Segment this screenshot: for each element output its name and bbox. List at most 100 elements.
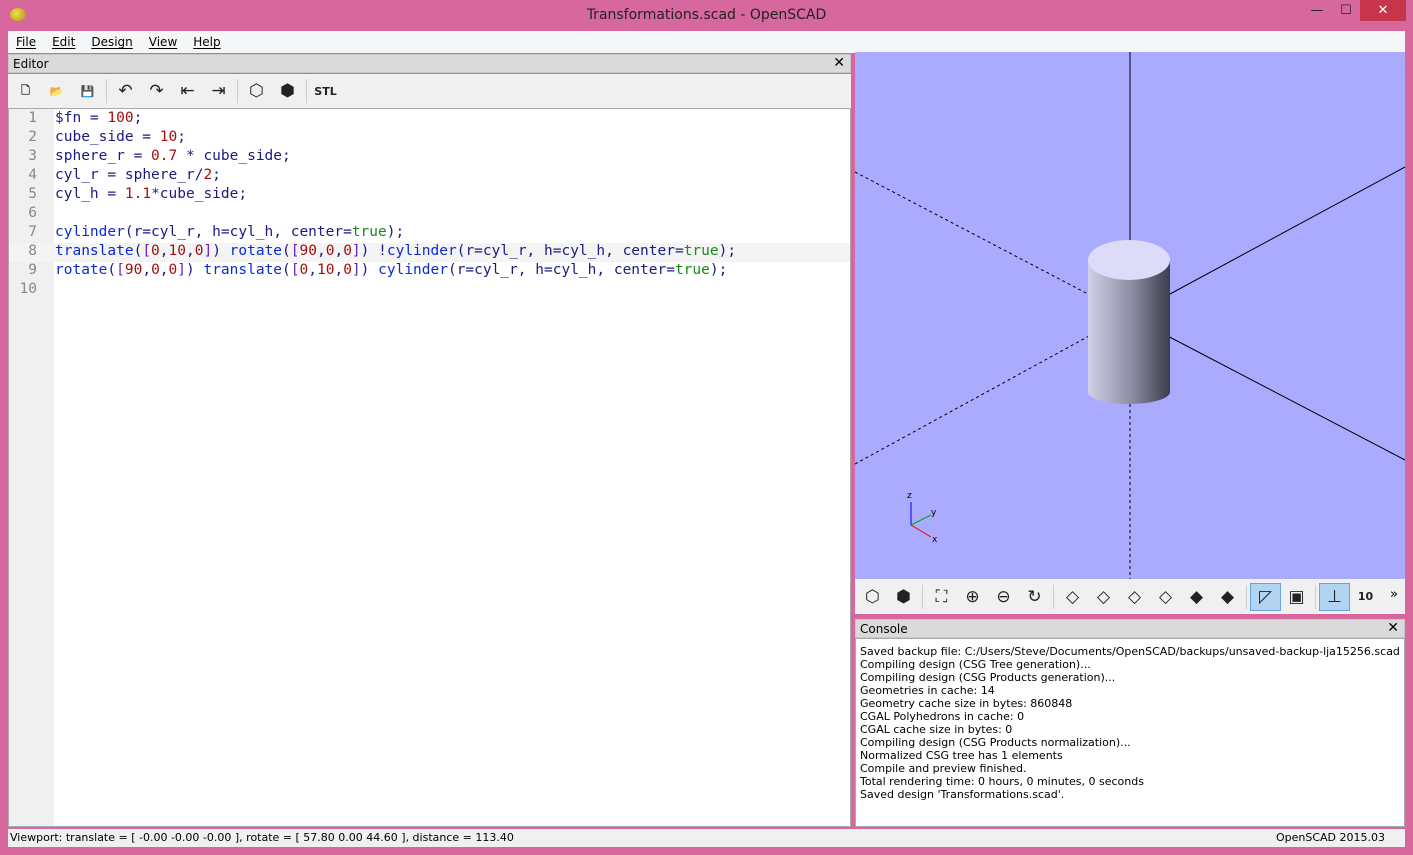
indent-button[interactable]: ⇥ (203, 77, 234, 105)
export-stl-button[interactable]: STL (310, 77, 341, 105)
console-title: Console (860, 622, 908, 636)
console-output: Saved backup file: C:/Users/Steve/Docume… (855, 638, 1405, 827)
zoom-in-button[interactable]: ⊕ (957, 583, 988, 611)
title-bar: Transformations.scad - OpenSCAD — ☐ ✕ (0, 0, 1413, 31)
editor-title: Editor (13, 57, 49, 71)
code-token: ( (448, 262, 457, 278)
code-token: ; (238, 186, 247, 202)
preview-icon: ⬡ (865, 587, 880, 607)
version-label: OpenSCAD 2015.03 (1276, 831, 1385, 844)
menu-design[interactable]: Design (83, 31, 140, 53)
code-line[interactable]: 10 (9, 281, 850, 300)
code-token: ( (125, 224, 134, 240)
open-file-icon: 📂 (50, 85, 64, 98)
orthogonal-button[interactable]: ▣ (1281, 583, 1312, 611)
new-file-button[interactable]: 🗋 (10, 77, 41, 105)
code-token: 90 (300, 243, 317, 259)
console-line: Compiling design (CSG Products generatio… (860, 671, 1400, 684)
code-token: ] (352, 262, 361, 278)
code-text: cyl_r = sphere_r/2; (55, 167, 221, 183)
minimize-button[interactable]: — (1304, 0, 1330, 21)
view-top-button[interactable]: ◇ (1088, 583, 1119, 611)
menu-help[interactable]: Help (185, 31, 228, 53)
toolbar-separator (1053, 585, 1054, 609)
redo-button[interactable]: ↷ (141, 77, 172, 105)
code-token: 0 (151, 262, 160, 278)
code-token: 2 (203, 167, 212, 183)
view-back-button[interactable]: ◆ (1212, 583, 1243, 611)
reset-view-button[interactable]: ↻ (1019, 583, 1050, 611)
cylinder-object (1088, 240, 1170, 404)
code-line[interactable]: 4 cyl_r = sphere_r/2; (9, 167, 850, 186)
code-token: ( (282, 243, 291, 259)
render-button[interactable]: ⬢ (272, 77, 303, 105)
menu-view[interactable]: View (141, 31, 185, 53)
code-line[interactable]: 3sphere_r = 0.7 * cube_side; (9, 148, 850, 167)
unindent-button[interactable]: ⇤ (172, 77, 203, 105)
show-scale-markers-button[interactable]: 10 (1350, 583, 1381, 611)
view-bottom-button[interactable]: ◇ (1119, 583, 1150, 611)
maximize-button[interactable]: ☐ (1333, 0, 1359, 21)
toolbar-separator (1246, 585, 1247, 609)
code-text: $fn = 100; (55, 110, 142, 126)
code-line[interactable]: 1$fn = 100; (9, 110, 850, 129)
code-line[interactable]: 7cylinder(r=cyl_r, h=cyl_h, center=true)… (9, 224, 850, 243)
line-number: 4 (9, 167, 37, 183)
render-button[interactable]: ⬢ (888, 583, 919, 611)
perspective-button[interactable]: ◸ (1250, 583, 1281, 611)
editor-close-button[interactable]: ✕ (833, 55, 845, 71)
line-number: 10 (9, 281, 37, 297)
console-header: Console ✕ (855, 619, 1405, 638)
code-token: 0 (151, 243, 160, 259)
toolbar-separator (237, 79, 238, 103)
menu-file[interactable]: File (8, 31, 44, 53)
code-text: sphere_r = 0.7 * cube_side; (55, 148, 291, 164)
undo-button[interactable]: ↶ (110, 77, 141, 105)
view-back-icon: ◆ (1221, 587, 1234, 607)
view-front-button[interactable]: ◆ (1181, 583, 1212, 611)
code-line[interactable]: 2cube_side = 10; (9, 129, 850, 148)
redo-icon: ↷ (149, 81, 163, 101)
menu-edit[interactable]: Edit (44, 31, 83, 53)
close-button[interactable]: ✕ (1360, 0, 1406, 21)
axis-label-z: z (907, 491, 912, 501)
console-close-button[interactable]: ✕ (1387, 620, 1399, 636)
code-token: 10 (160, 129, 177, 145)
view-left-button[interactable]: ◇ (1150, 583, 1181, 611)
code-text: cylinder(r=cyl_r, h=cyl_h, center=true); (55, 224, 404, 240)
code-token: r=cyl_r, h=cyl_h, center= (457, 262, 675, 278)
code-line[interactable]: 9rotate([90,0,0]) translate([0,10,0]) cy… (9, 262, 850, 281)
code-editor[interactable]: 1$fn = 100;2cube_side = 10;3sphere_r = 0… (8, 108, 851, 827)
code-token: ; (212, 167, 221, 183)
save-button[interactable]: 💾 (72, 77, 103, 105)
code-token: 0.7 (151, 148, 177, 164)
code-token: [ (291, 262, 300, 278)
console-line: Total rendering time: 0 hours, 0 minutes… (860, 775, 1400, 788)
preview-button[interactable]: ⬡ (857, 583, 888, 611)
zoom-out-button[interactable]: ⊖ (988, 583, 1019, 611)
toolbar-separator (1315, 585, 1316, 609)
code-line[interactable]: 6 (9, 205, 850, 224)
code-token: ; (282, 148, 291, 164)
console-line: Geometries in cache: 14 (860, 684, 1400, 697)
open-file-button[interactable]: 📂 (41, 77, 72, 105)
code-token: ); (387, 224, 404, 240)
code-token: ); (719, 243, 736, 259)
view-right-button[interactable]: ◇ (1057, 583, 1088, 611)
view-all-button[interactable]: ⛶ (926, 583, 957, 611)
preview-button[interactable]: ⬡ (241, 77, 272, 105)
code-line[interactable]: 8translate([0,10,0]) rotate([90,0,0]) !c… (9, 243, 850, 262)
code-token: translate (203, 262, 282, 278)
code-token: , (142, 262, 151, 278)
toolbar-separator (106, 79, 107, 103)
3d-viewport[interactable]: z y x (855, 52, 1405, 579)
code-line[interactable]: 5cyl_h = 1.1*cube_side; (9, 186, 850, 205)
view-front-icon: ◆ (1190, 587, 1203, 607)
show-axes-button[interactable]: ⊥ (1319, 583, 1350, 611)
code-token: cube_side (203, 148, 282, 164)
viewport-scene: z y x (855, 52, 1405, 579)
toolbar-overflow-button[interactable]: » (1390, 587, 1398, 602)
code-token: cube_side (160, 186, 239, 202)
code-token: ) (212, 243, 229, 259)
code-token: true (684, 243, 719, 259)
